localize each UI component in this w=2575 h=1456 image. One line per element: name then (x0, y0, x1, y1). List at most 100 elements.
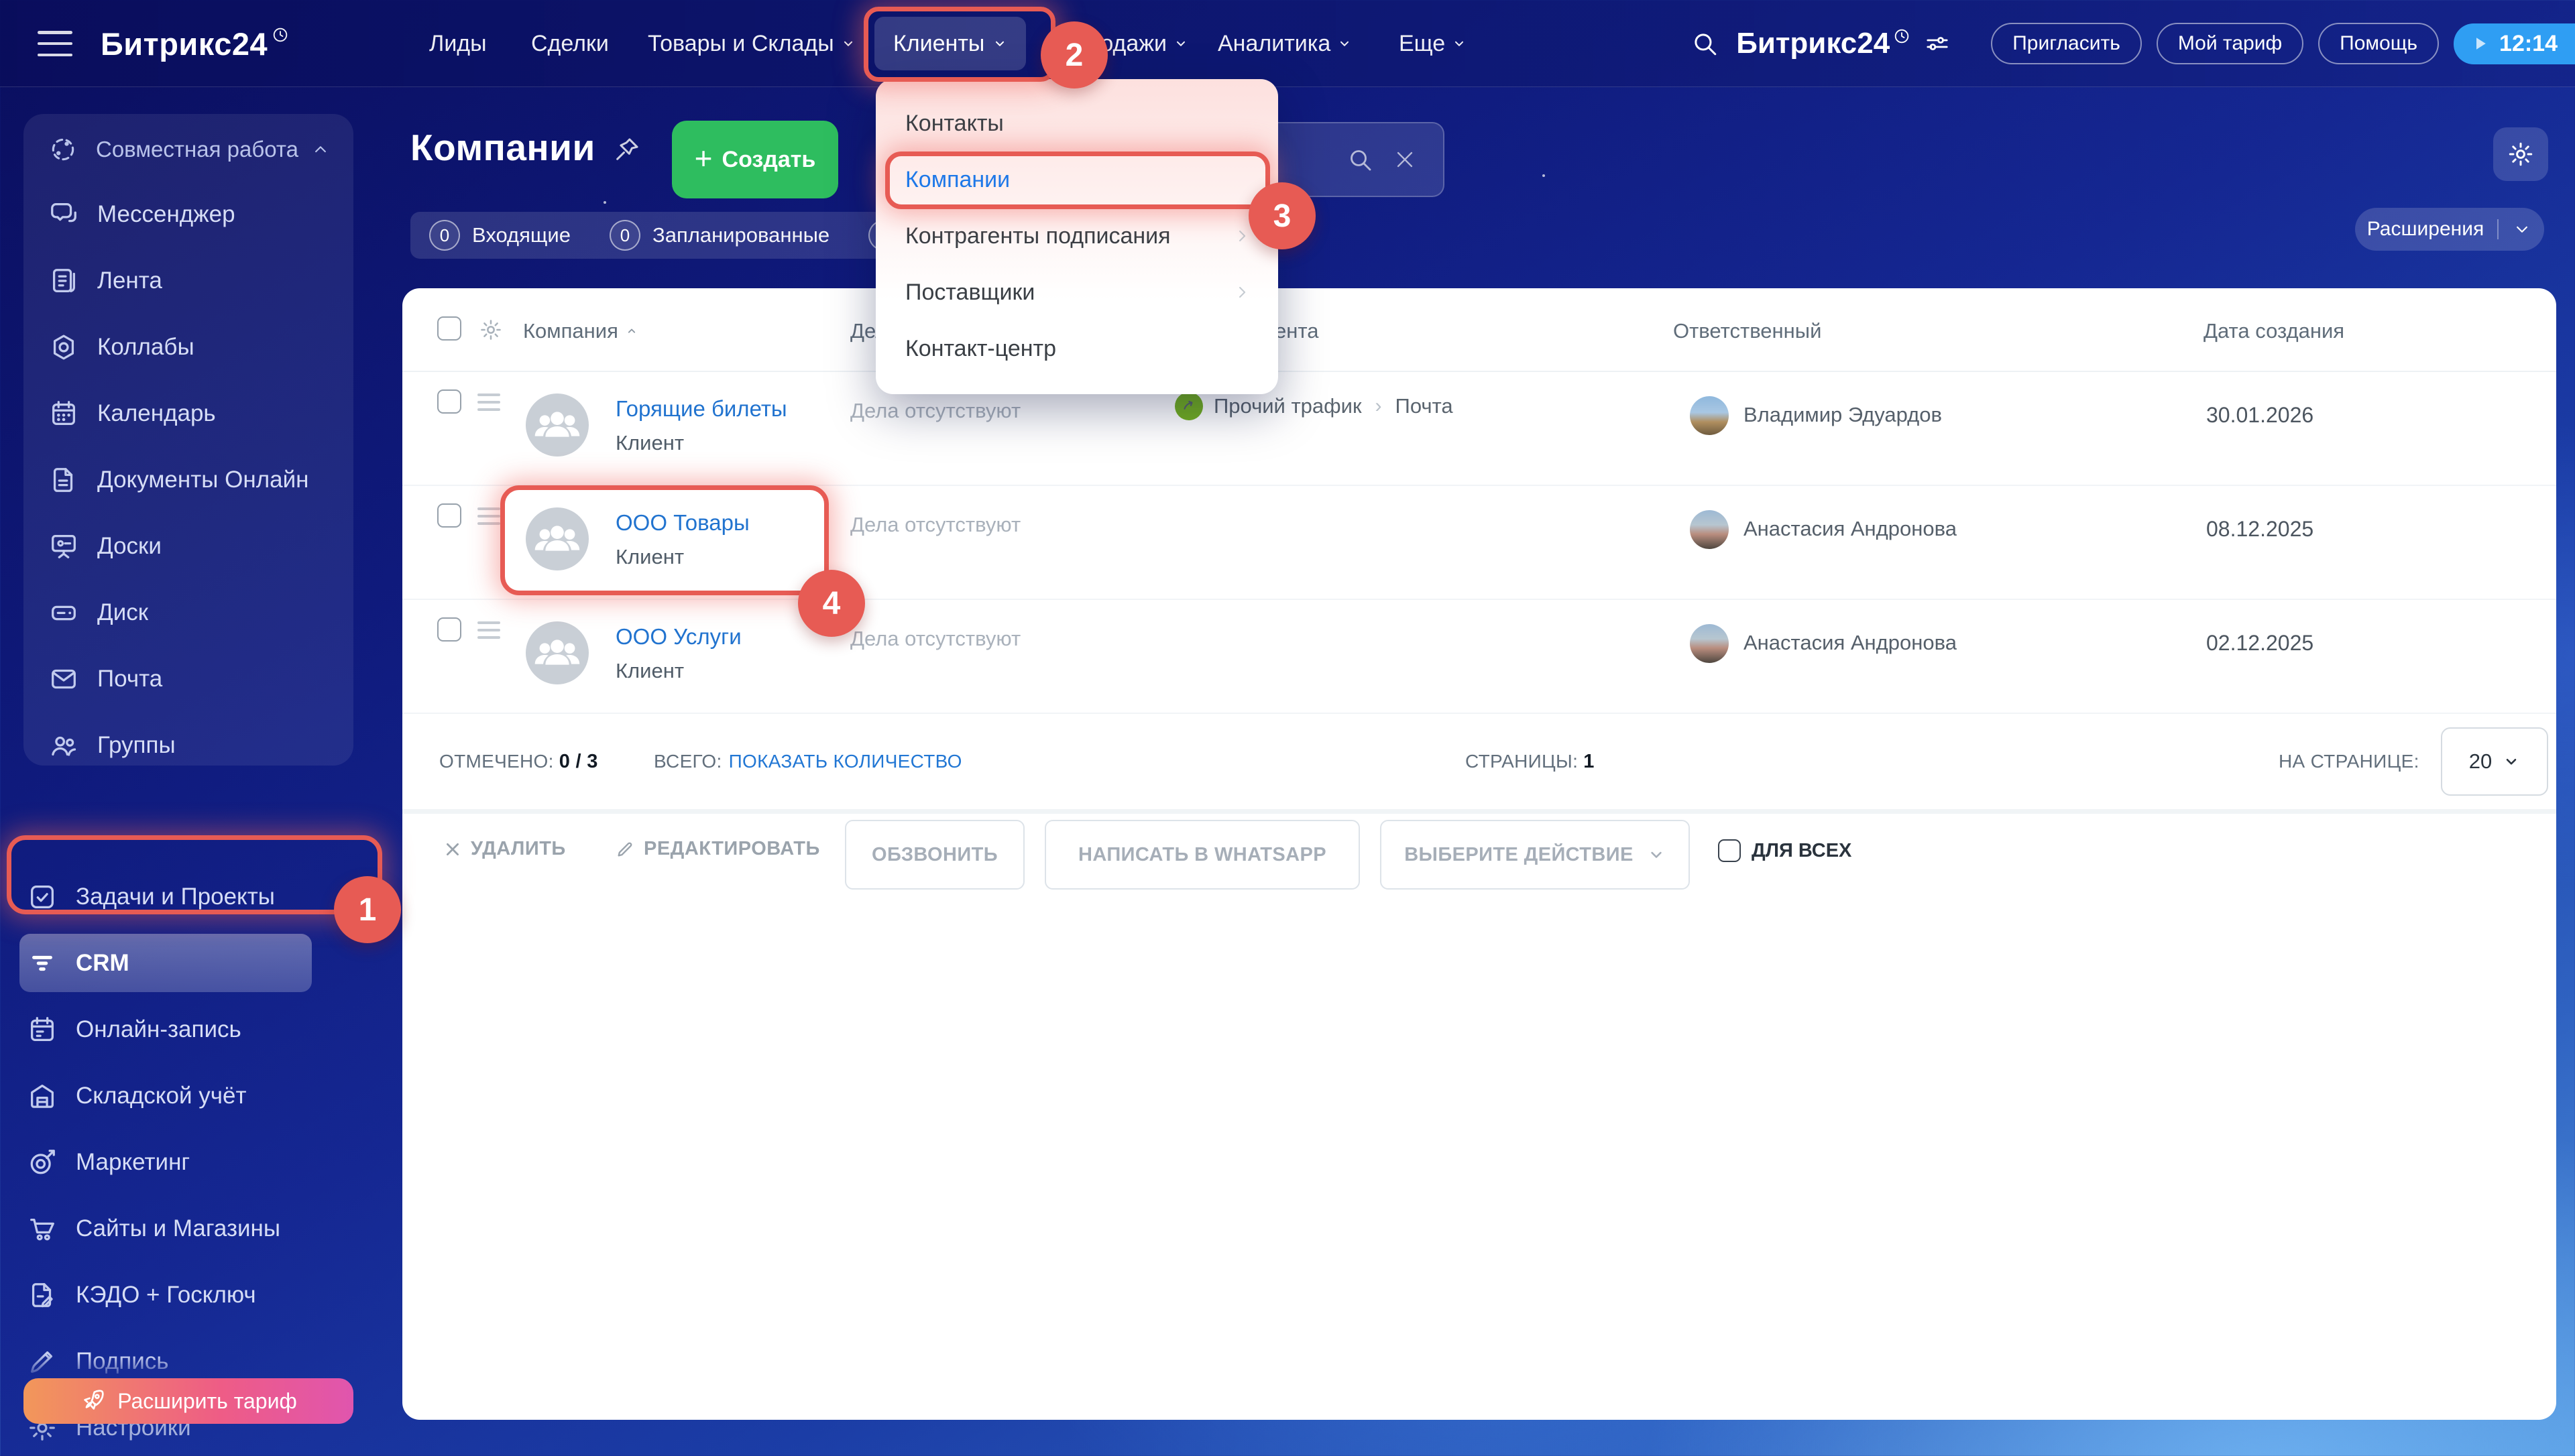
sidebar-item-crm[interactable]: CRM (0, 930, 376, 996)
sidebar-item[interactable]: Доски (23, 513, 353, 579)
total-counter: ВСЕГО:ПОКАЗАТЬ КОЛИЧЕСТВО (654, 751, 962, 772)
row-checkbox[interactable] (437, 617, 461, 642)
tasks-icon (27, 882, 58, 912)
companies-table-panel: КомпанияДелаПуть клиентаОтветственныйДат… (402, 288, 2556, 1420)
gear-icon[interactable] (479, 318, 503, 342)
sidebar-group-header[interactable]: Совместная работа (23, 123, 353, 176)
pin-icon[interactable] (613, 135, 641, 164)
clock-icon (272, 26, 289, 44)
sliders-icon[interactable] (1924, 30, 1951, 57)
people-avatar-icon (526, 507, 589, 570)
nav-item[interactable]: Еще (1399, 0, 1467, 87)
sidebar-group-panel: Совместная работа Мессенджер Лента Колла… (23, 114, 353, 766)
menu-item-2[interactable]: Контрагенты подписания (876, 208, 1278, 264)
collab-icon (48, 135, 78, 164)
timer-widget[interactable]: 12:14 (2454, 23, 2575, 64)
sidebar-item-задачи и проекты[interactable]: Задачи и Проекты (0, 863, 376, 930)
calendar-icon (48, 398, 79, 429)
edit-button[interactable]: РЕДАКТИРОВАТЬ (616, 838, 820, 860)
chevron-down-icon (2512, 219, 2532, 239)
traffic-source-icon (1175, 392, 1203, 420)
row-checkbox[interactable] (437, 503, 461, 528)
sidebar-item[interactable]: Коллабы (23, 314, 353, 380)
row-checkbox[interactable] (437, 389, 461, 414)
marketing-icon (27, 1147, 58, 1178)
mail-icon (48, 664, 79, 694)
view-settings-button[interactable] (2493, 127, 2548, 181)
drag-handle-icon[interactable] (477, 393, 500, 411)
menu-item-0[interactable]: Контакты (876, 95, 1278, 151)
column-header[interactable]: Компания (523, 319, 638, 343)
drag-handle-icon[interactable] (477, 621, 500, 639)
nav-item[interactable]: Товары и Склады (648, 0, 856, 87)
create-button[interactable]: + Создать (672, 121, 838, 198)
nav-item[interactable]: Лиды (429, 0, 487, 87)
table-header: КомпанияДелаПуть клиентаОтветственныйДат… (402, 288, 2556, 372)
select-all-checkbox[interactable] (437, 316, 461, 341)
clear-search-icon[interactable] (1393, 148, 1416, 171)
per-page-select[interactable]: 20 (2441, 727, 2548, 796)
responsible-name[interactable]: Владимир Эдуардов (1743, 403, 1942, 427)
search-icon[interactable] (1691, 29, 1719, 58)
nav-item[interactable]: Аналитика (1218, 0, 1352, 87)
per-page-label: НА СТРАНИЦЕ: (2279, 751, 2419, 772)
chevron-down-icon (1452, 36, 1467, 51)
column-header[interactable]: Ответственный (1673, 319, 1821, 343)
choose-action-select[interactable]: ВЫБЕРИТЕ ДЕЙСТВИЕ (1380, 820, 1690, 890)
chevron-up-icon (310, 139, 331, 160)
my-plan-button[interactable]: Мой тариф (2157, 23, 2303, 64)
table-row: ООО Услуги Клиент Дела отсутствуют Анаст… (402, 600, 2556, 714)
show-count-link[interactable]: ПОКАЗАТЬ КОЛИЧЕСТВО (729, 751, 962, 772)
chevron-down-icon (2512, 219, 2532, 239)
sidebar-item[interactable]: Лента (23, 247, 353, 314)
sidebar-item-маркетинг[interactable]: Маркетинг (0, 1129, 376, 1195)
sidebar-item-складской учёт[interactable]: Складской учёт (0, 1063, 376, 1129)
menu-item-1[interactable]: Компании (876, 151, 1278, 208)
nav-item[interactable]: Сделки (531, 0, 609, 87)
menu-icon[interactable] (38, 31, 72, 56)
column-header[interactable]: Дата создания (2204, 319, 2344, 343)
table-summary: ОТМЕЧЕНО:0 / 3 ВСЕГО:ПОКАЗАТЬ КОЛИЧЕСТВО… (402, 741, 2556, 783)
settings-icon (479, 318, 503, 342)
for-all-checkbox[interactable]: ДЛЯ ВСЕХ (1718, 839, 1851, 862)
sidebar-item[interactable]: Группы (23, 712, 353, 778)
call-button[interactable]: ОБЗВОНИТЬ (845, 820, 1025, 890)
chevron-up-icon (310, 139, 331, 160)
app-logo: Битрикс24 (101, 0, 289, 87)
company-link[interactable]: ООО Товары (616, 510, 750, 536)
nav-item[interactable]: Продажи (1072, 0, 1188, 87)
drag-handle-icon[interactable] (477, 507, 500, 525)
chevron-down-icon (1647, 845, 1666, 864)
company-type: Клиент (616, 545, 684, 569)
sidebar-item-кэдо + госключ[interactable]: КЭДО + Госключ (0, 1262, 376, 1328)
company-type: Клиент (616, 659, 684, 683)
sidebar-item[interactable]: Календарь (23, 380, 353, 446)
sidebar-item-сайты и магазины[interactable]: Сайты и Магазины (0, 1195, 376, 1262)
responsible-name[interactable]: Анастасия Андронова (1743, 517, 1957, 541)
whatsapp-button[interactable]: НАПИСАТЬ В WHATSAPP (1045, 820, 1360, 890)
chevron-right-icon (1233, 283, 1251, 302)
upgrade-plan-button[interactable]: Расширить тариф (23, 1378, 353, 1424)
sign-icon (27, 1346, 58, 1377)
nav-item-clients[interactable]: Клиенты (874, 17, 1026, 70)
invite-button[interactable]: Пригласить (1991, 23, 2142, 64)
company-link[interactable]: Горящие билеты (616, 396, 787, 422)
gear-icon (2507, 140, 2535, 168)
help-button[interactable]: Помощь (2318, 23, 2439, 64)
counter-chip[interactable]: 0 Входящие (429, 220, 571, 251)
responsible-name[interactable]: Анастасия Андронова (1743, 631, 1957, 655)
delete-button[interactable]: УДАЛИТЬ (444, 838, 566, 860)
groups-icon (48, 730, 79, 761)
extensions-button[interactable]: Расширения (2355, 208, 2544, 251)
booking-icon (27, 1014, 58, 1045)
sidebar-item[interactable]: Мессенджер (23, 181, 353, 247)
search-icon[interactable] (1347, 146, 1373, 173)
company-link[interactable]: ООО Услуги (616, 624, 742, 650)
sidebar-item[interactable]: Почта (23, 646, 353, 712)
menu-item-4[interactable]: Контакт-центр (876, 320, 1278, 377)
sidebar-item[interactable]: Диск (23, 579, 353, 646)
sidebar-item[interactable]: Документы Онлайн (23, 446, 353, 513)
counter-chip[interactable]: 0 Запланированные (610, 220, 829, 251)
menu-item-3[interactable]: Поставщики (876, 264, 1278, 320)
sidebar-item-онлайн-запись[interactable]: Онлайн-запись (0, 996, 376, 1063)
